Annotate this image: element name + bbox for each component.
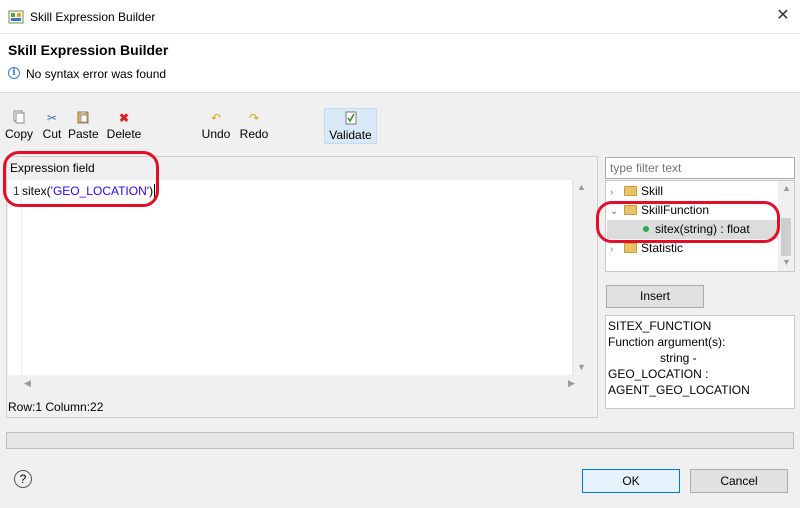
app-icon (8, 9, 24, 25)
expression-editor[interactable] (8, 180, 589, 375)
scroll-right-icon[interactable]: ▶ (568, 378, 575, 389)
scroll-up-icon[interactable]: ▲ (577, 182, 586, 192)
validate-label: Validate (329, 128, 372, 142)
copy-label: Copy (4, 127, 33, 141)
cursor-position-status: Row:1 Column:22 (8, 400, 104, 414)
redo-icon: ↷ (248, 111, 260, 125)
paste-button[interactable]: Paste (68, 108, 99, 144)
description-line: string - (660, 351, 697, 365)
tree-item-label: Skill (641, 184, 664, 198)
undo-button[interactable]: ↶ Undo (200, 108, 232, 144)
description-line: AGENT_GEO_LOCATION (608, 383, 750, 397)
description-line: GEO_LOCATION : (608, 367, 709, 381)
cut-button[interactable]: ✂ Cut (40, 108, 64, 144)
ok-button[interactable]: OK (582, 469, 680, 493)
filter-input[interactable] (605, 157, 795, 179)
editor-vertical-scrollbar[interactable]: ▲ ▼ (572, 180, 589, 376)
scissors-icon: ✂ (46, 111, 58, 125)
annotation-circle-function (596, 201, 780, 243)
tree-item-label: Statistic (641, 241, 684, 255)
line-number-gutter (8, 180, 22, 375)
redo-label: Redo (239, 127, 269, 141)
paste-icon (68, 110, 98, 126)
folder-icon (624, 186, 637, 196)
validate-icon (325, 111, 376, 127)
tree-item-skill[interactable]: › Skill (610, 182, 663, 201)
dialog-title: Skill Expression Builder (8, 42, 169, 58)
window-title: Skill Expression Builder (30, 10, 156, 24)
scroll-up-icon[interactable]: ▲ (782, 183, 791, 193)
undo-label: Undo (201, 127, 231, 141)
delete-button[interactable]: ✖ Delete (104, 108, 144, 144)
validate-button[interactable]: Validate (324, 108, 377, 144)
cancel-button[interactable]: Cancel (690, 469, 788, 493)
description-line: Function argument(s): (608, 335, 726, 349)
scroll-left-icon[interactable]: ◀ (24, 378, 31, 389)
copy-button[interactable]: Copy (4, 108, 34, 144)
paste-label: Paste (68, 127, 99, 141)
function-description: SITEX_FUNCTION Function argument(s): str… (605, 315, 795, 409)
close-icon[interactable]: ✕ (770, 4, 796, 28)
folder-icon (624, 243, 637, 253)
scroll-down-icon[interactable]: ▼ (782, 257, 791, 267)
cut-label: Cut (42, 127, 62, 141)
editor-horizontal-scrollbar[interactable]: ◀ ▶ (8, 376, 589, 392)
insert-button[interactable]: Insert (606, 285, 704, 308)
help-icon[interactable]: ? (14, 470, 32, 488)
scroll-down-icon[interactable]: ▼ (577, 362, 586, 372)
description-line: SITEX_FUNCTION (608, 319, 712, 333)
annotation-circle-expression (3, 151, 159, 207)
redo-button[interactable]: ↷ Redo (238, 108, 270, 144)
undo-icon: ↶ (210, 111, 222, 125)
copy-icon (4, 110, 34, 126)
validation-message: No syntax error was found (26, 67, 167, 81)
chevron-right-icon[interactable]: › (610, 183, 622, 202)
delete-label: Delete (106, 127, 142, 141)
progress-bar (6, 432, 794, 449)
info-icon: i (8, 67, 20, 79)
tree-scroll-thumb[interactable] (781, 218, 791, 256)
delete-icon: ✖ (118, 111, 130, 125)
